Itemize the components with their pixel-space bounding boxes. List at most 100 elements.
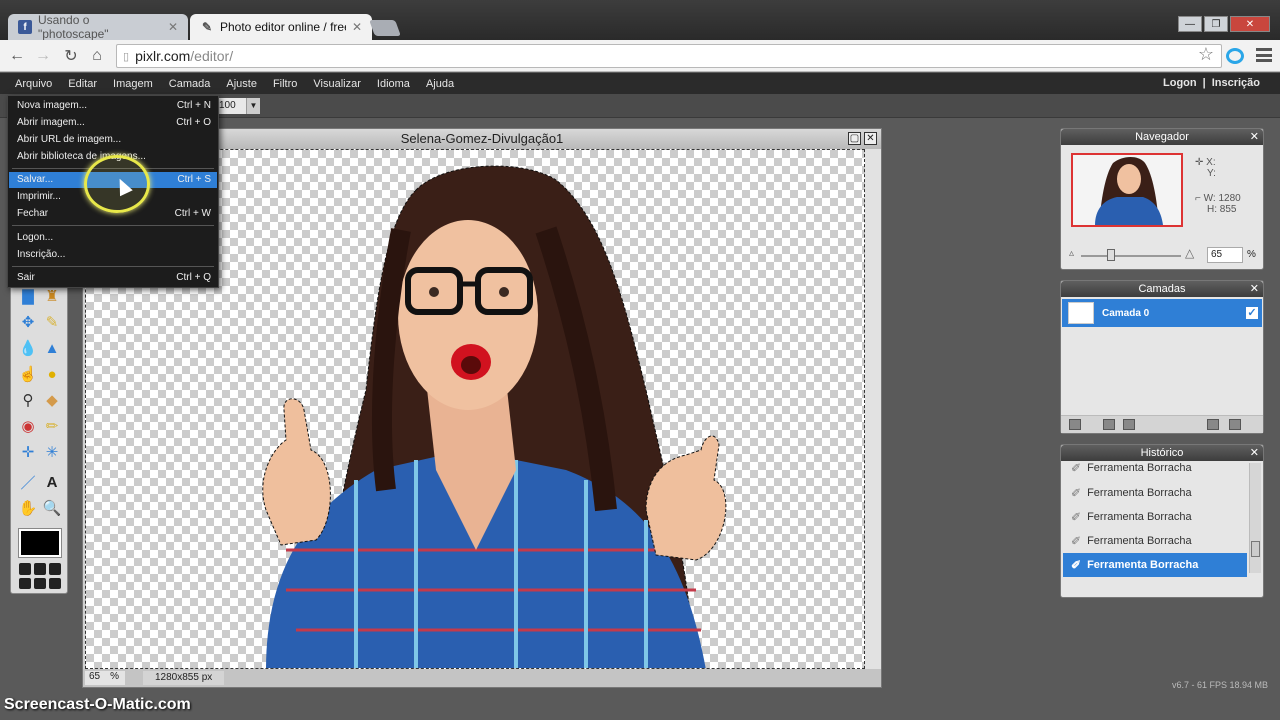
layer-row[interactable]: Camada 0 ✓ bbox=[1062, 299, 1262, 327]
maximize-icon[interactable]: ❐ bbox=[1204, 16, 1228, 32]
layer-mask-icon[interactable] bbox=[1103, 419, 1115, 430]
eyedropper-tool-icon[interactable]: ／ bbox=[17, 471, 39, 493]
history-scrollbar[interactable] bbox=[1249, 463, 1261, 573]
browser-tabstrip: f Usando o "photoscape" ✕ ✎ Photo editor… bbox=[0, 0, 1280, 41]
vertical-scrollbar[interactable] bbox=[865, 149, 881, 669]
menu-imagem[interactable]: Imagem bbox=[105, 78, 161, 90]
document-statusbar: 65 % 1280x855 px bbox=[83, 669, 881, 687]
browser-menu-icon[interactable] bbox=[1256, 48, 1272, 62]
close-icon[interactable]: ✕ bbox=[1250, 281, 1259, 297]
zoom-out-icon[interactable]: ▵ bbox=[1069, 248, 1074, 259]
grid-button[interactable] bbox=[34, 577, 46, 589]
menu-item-new-image[interactable]: Nova imagem... Ctrl + N bbox=[9, 98, 217, 114]
width-label: W: 1280 bbox=[1203, 193, 1241, 204]
signup-link[interactable]: Inscrição bbox=[1212, 77, 1260, 89]
smudge-tool-icon[interactable]: ☝ bbox=[17, 363, 39, 385]
dodge-tool-icon[interactable]: ◆ bbox=[41, 389, 63, 411]
transform-tool-icon[interactable]: ✳ bbox=[41, 441, 63, 463]
forward-icon[interactable]: → bbox=[32, 46, 54, 66]
history-item[interactable]: ✐ Ferramenta Borracha bbox=[1063, 481, 1247, 505]
menu-ajuste[interactable]: Ajuste bbox=[218, 78, 265, 90]
navigator-zoom-field[interactable]: 65 bbox=[1207, 247, 1243, 263]
back-icon[interactable]: ← bbox=[6, 46, 28, 66]
close-icon[interactable]: ✕ bbox=[1250, 129, 1259, 145]
delete-layer-icon[interactable] bbox=[1229, 419, 1241, 430]
grid-button[interactable] bbox=[19, 563, 31, 575]
burn-tool-icon[interactable]: ⚲ bbox=[17, 389, 39, 411]
history-item[interactable]: ✐ Ferramenta Borracha bbox=[1063, 505, 1247, 529]
blur-tool-icon[interactable]: 💧 bbox=[17, 337, 39, 359]
spot-heal-tool-icon[interactable]: ✥ bbox=[17, 311, 39, 333]
extension-icon[interactable] bbox=[1226, 48, 1244, 64]
close-icon[interactable]: ✕ bbox=[1250, 445, 1259, 461]
menu-separator bbox=[12, 266, 214, 267]
menu-filtro[interactable]: Filtro bbox=[265, 78, 305, 90]
menu-idioma[interactable]: Idioma bbox=[369, 78, 418, 90]
foreground-color-swatch[interactable] bbox=[18, 528, 62, 558]
minimize-icon[interactable]: — bbox=[1178, 16, 1202, 32]
menu-camada[interactable]: Camada bbox=[161, 78, 219, 90]
menu-editar[interactable]: Editar bbox=[60, 78, 105, 90]
pencil-tool-icon[interactable]: ✏ bbox=[41, 415, 63, 437]
slider-knob[interactable] bbox=[1107, 249, 1115, 261]
grid-button[interactable] bbox=[49, 577, 61, 589]
menu-item-open-url[interactable]: Abrir URL de imagem... bbox=[9, 132, 217, 148]
eraser-icon: ✐ bbox=[1071, 558, 1082, 572]
color-replace-tool-icon[interactable]: ✎ bbox=[41, 311, 63, 333]
sharpen-tool-icon[interactable]: ▲ bbox=[41, 337, 63, 359]
tab-close-icon[interactable]: ✕ bbox=[168, 20, 178, 34]
layer-style-icon[interactable] bbox=[1123, 419, 1135, 430]
history-label: Ferramenta Borracha bbox=[1087, 535, 1192, 547]
zoom-slider[interactable] bbox=[1081, 249, 1181, 261]
eraser-icon: ✐ bbox=[1071, 461, 1082, 475]
tab-close-icon[interactable]: ✕ bbox=[352, 20, 362, 34]
zoom-field[interactable]: 65 % bbox=[85, 671, 125, 685]
menu-item-signup[interactable]: Inscrição... bbox=[9, 247, 217, 263]
scrollbar-thumb[interactable] bbox=[1251, 541, 1260, 557]
logon-link[interactable]: Logon bbox=[1163, 77, 1197, 89]
history-item-selected[interactable]: ✐ Ferramenta Borracha bbox=[1063, 553, 1247, 577]
menu-visualizar[interactable]: Visualizar bbox=[305, 78, 369, 90]
menu-item-logon[interactable]: Logon... bbox=[9, 230, 217, 246]
maximize-icon[interactable]: ▢ bbox=[848, 132, 861, 145]
menu-ajuda[interactable]: Ajuda bbox=[418, 78, 462, 90]
address-bar[interactable]: ▯ pixlr.com /editor/ bbox=[116, 44, 1222, 68]
reload-icon[interactable]: ↻ bbox=[60, 46, 82, 66]
chevron-down-icon[interactable]: ▼ bbox=[246, 98, 260, 114]
menu-item-label: Nova imagem... bbox=[17, 100, 88, 111]
close-icon[interactable]: ✕ bbox=[864, 132, 877, 145]
grid-button[interactable] bbox=[34, 563, 46, 575]
navigator-thumbnail[interactable] bbox=[1071, 153, 1183, 227]
navigator-header: Navegador ✕ bbox=[1061, 129, 1263, 145]
sponge-tool-icon[interactable]: ● bbox=[41, 363, 63, 385]
menu-arquivo[interactable]: Arquivo bbox=[0, 78, 60, 90]
menu-shortcut: Ctrl + N bbox=[176, 100, 211, 111]
browser-tab-facebook[interactable]: f Usando o "photoscape" ✕ bbox=[8, 13, 188, 41]
home-icon[interactable]: ⌂ bbox=[86, 46, 108, 66]
option-value-field[interactable]: 100 bbox=[216, 98, 246, 114]
menu-item-exit[interactable]: Sair Ctrl + Q bbox=[9, 270, 217, 286]
menu-separator bbox=[12, 225, 214, 226]
layer-settings-icon[interactable] bbox=[1069, 419, 1081, 430]
grid-button[interactable] bbox=[49, 563, 61, 575]
menu-item-label: Inscrição... bbox=[17, 249, 66, 260]
grid-button[interactable] bbox=[19, 577, 31, 589]
history-item[interactable]: ✐ Ferramenta Borracha bbox=[1063, 529, 1247, 553]
text-tool-icon[interactable]: A bbox=[41, 471, 63, 493]
zoom-tool-icon[interactable]: 🔍 bbox=[41, 497, 63, 519]
move-tool-icon[interactable]: ✛ bbox=[17, 441, 39, 463]
menu-item-open-image[interactable]: Abrir imagem... Ctrl + O bbox=[9, 115, 217, 131]
history-item[interactable]: ✐ Ferramenta Borracha bbox=[1063, 459, 1247, 477]
stamp-tool-icon[interactable]: ♜ bbox=[41, 285, 63, 307]
bookmark-star-icon[interactable]: ☆ bbox=[1198, 44, 1214, 65]
crosshair-icon: ✛ bbox=[1195, 157, 1207, 168]
zoom-in-icon[interactable]: △ bbox=[1185, 246, 1194, 260]
new-tab-button[interactable] bbox=[369, 20, 401, 36]
gradient-tool-icon[interactable]: ▇ bbox=[17, 285, 39, 307]
browser-tab-pixlr[interactable]: ✎ Photo editor online / free ✕ bbox=[190, 14, 372, 40]
red-eye-tool-icon[interactable]: ◉ bbox=[17, 415, 39, 437]
hand-tool-icon[interactable]: ✋ bbox=[17, 497, 39, 519]
close-window-icon[interactable]: ✕ bbox=[1230, 16, 1270, 32]
new-layer-icon[interactable] bbox=[1207, 419, 1219, 430]
layer-visibility-checkbox[interactable]: ✓ bbox=[1246, 307, 1258, 319]
